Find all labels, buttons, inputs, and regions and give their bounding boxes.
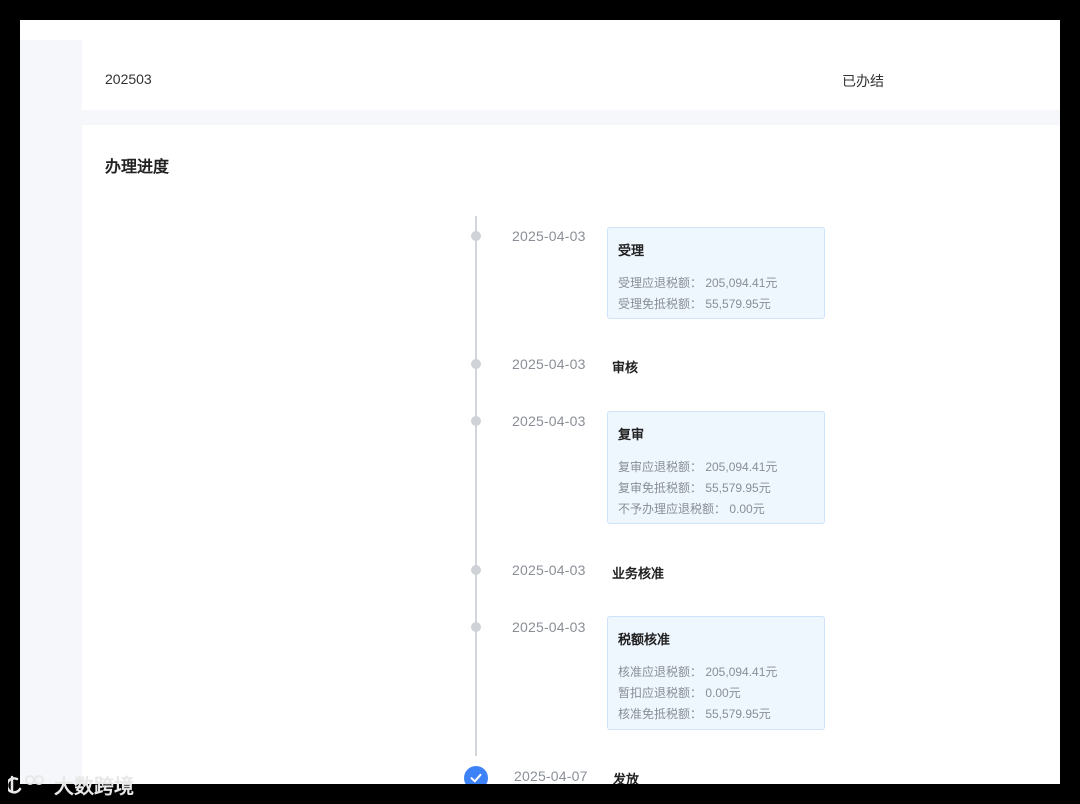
step-date: 2025-04-03 [512, 619, 586, 635]
timeline-dot [471, 622, 481, 632]
step-title: 复审 [618, 427, 645, 442]
step-detail: 核准免抵税额： 55,579.95元 [618, 707, 771, 721]
step-detail: 复审免抵税额： 55,579.95元 [618, 481, 771, 495]
step-card-review: 复审 复审应退税额： 205,094.41元 复审免抵税额： 55,579.95… [607, 411, 825, 524]
top-bar [20, 20, 1060, 40]
step-detail: 受理免抵税额： 55,579.95元 [618, 297, 771, 311]
app-window: 202503 已办结 办理进度 2025-04-03 受理 受理应退税额： 20… [20, 20, 1060, 784]
brand-logo-icon [8, 775, 44, 794]
tax-period: 202503 [105, 71, 152, 87]
timeline-dot [471, 565, 481, 575]
step-detail: 受理应退税额： 205,094.41元 [618, 276, 778, 290]
timeline-dot [471, 416, 481, 426]
step-date: 2025-04-03 [512, 228, 586, 244]
step-detail: 复审应退税额： 205,094.41元 [618, 460, 778, 474]
step-card-accept: 受理 受理应退税额： 205,094.41元 受理免抵税额： 55,579.95… [607, 227, 825, 319]
step-date: 2025-04-03 [512, 356, 586, 372]
step-detail: 核准应退税额： 205,094.41元 [618, 665, 778, 679]
timeline-line [475, 216, 477, 756]
check-circle-icon [464, 766, 488, 784]
step-date: 2025-04-03 [512, 562, 586, 578]
step-title: 发放 [613, 772, 640, 784]
timeline-dot [471, 359, 481, 369]
step-title: 税额核准 [618, 632, 671, 647]
section-title: 办理进度 [105, 159, 170, 176]
step-date: 2025-04-03 [512, 413, 586, 429]
step-detail: 不予办理应退税额： 0.00元 [618, 502, 765, 516]
step-detail: 暂扣应退税额： 0.00元 [618, 686, 741, 700]
timeline-dot [471, 231, 481, 241]
watermark: 大数跨境 [8, 770, 134, 798]
step-title: 审核 [612, 360, 639, 375]
step-date: 2025-04-07 [514, 768, 588, 784]
status-label: 已办结 [842, 73, 884, 89]
step-title: 业务核准 [612, 566, 665, 581]
progress-card: 办理进度 2025-04-03 受理 受理应退税额： 205,094.41元 受… [82, 125, 1060, 784]
watermark-text: 大数跨境 [54, 775, 134, 798]
step-card-tax-approval: 税额核准 核准应退税额： 205,094.41元 暂扣应退税额： 0.00元 核… [607, 616, 825, 730]
summary-card: 202503 已办结 [82, 40, 1060, 110]
step-title: 受理 [618, 243, 645, 258]
